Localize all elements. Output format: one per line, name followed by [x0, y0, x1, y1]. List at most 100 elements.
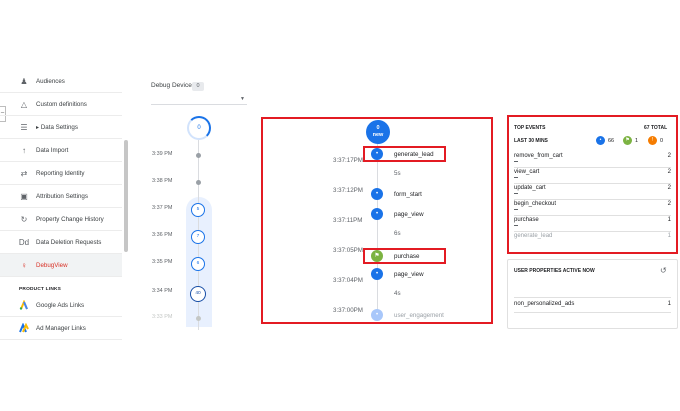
minute-dot[interactable] [196, 180, 201, 185]
top-event-purchase[interactable]: purchase 1 [514, 215, 671, 232]
top-event-name: purchase [514, 217, 539, 223]
minute-time: 3:37 PM [152, 205, 173, 211]
top-event-underline [514, 225, 518, 226]
minute-event-count[interactable]: 6 [191, 257, 205, 271]
top-event-underline [514, 177, 518, 178]
top-event-update-cart[interactable]: update_cart 2 [514, 183, 671, 200]
seconds-stream-line [377, 144, 378, 320]
history-icon[interactable]: ↺ [660, 266, 667, 275]
debug-icon: ♀ [21, 260, 27, 270]
database-icon: ☰ [20, 122, 28, 132]
top-event-count: 1 [667, 217, 671, 223]
nav-item-data-deletion-requests[interactable]: Dd Data Deletion Requests [0, 231, 122, 254]
event-person-icon: • [371, 309, 383, 321]
top-event-count: 1 [667, 233, 671, 239]
top-event-count: 2 [667, 201, 671, 207]
new-events-label: new [372, 132, 384, 138]
attribution-icon: ▣ [20, 191, 28, 201]
event-count-value: 0 [660, 138, 664, 144]
top-event-name: generate_lead [514, 233, 553, 239]
top-event-name: view_cart [514, 169, 540, 175]
nav-item-label: DebugView [36, 261, 68, 269]
new-events-badge[interactable]: 0 new [366, 120, 390, 144]
error-icon: ! [648, 136, 657, 145]
nav-item-label: Audiences [36, 77, 65, 85]
top-event-underline [514, 209, 518, 210]
event-gap: 5s [394, 170, 401, 177]
nav-item-data-import[interactable]: ↑ Data Import [0, 139, 122, 162]
nav-item-label: Custom definitions [36, 100, 87, 108]
nav-link-google-ads-links[interactable]: Google Ads Links [0, 294, 122, 317]
event-page-view[interactable]: page_view [394, 211, 424, 218]
custom-definitions-icon: △ [20, 99, 28, 109]
nav-item-label: Data Import [36, 146, 69, 154]
top-event-underline [514, 161, 518, 162]
event-icon: • [596, 136, 605, 145]
top-event-name: remove_from_cart [514, 153, 563, 159]
top-event-view-cart[interactable]: view_cart 2 [514, 167, 671, 184]
nav-item-attribution-settings[interactable]: ▣ Attribution Settings [0, 185, 122, 208]
minute-time: 3:38 PM [152, 178, 173, 184]
top-event-generate-lead[interactable]: generate_lead 1 [514, 231, 671, 247]
minute-time: 3:39 PM [152, 151, 173, 157]
top-event-count: 2 [667, 169, 671, 175]
event-time: 3:37:00PM [333, 307, 363, 314]
nav-link-label: Google Ads Links [36, 301, 85, 309]
conversion-icon: ⚑ [623, 136, 632, 145]
nav-item-label: Property Change History [36, 215, 104, 223]
event-user-engagement[interactable]: user_engagement [394, 312, 444, 319]
minute-time: 3:35 PM [152, 259, 173, 265]
nav-item-property-change-history[interactable]: ↻ Property Change History [0, 208, 122, 231]
minute-event-count[interactable]: 5 [191, 203, 205, 217]
event-highlight-box [363, 146, 446, 162]
reporting-identity-icon: ⇄ [20, 168, 28, 178]
history-icon: ↻ [20, 214, 28, 224]
user-property-row[interactable]: non_personalized_ads 1 [514, 297, 671, 313]
minute-time: 3:33 PM [152, 314, 173, 320]
top-event-remove-from-cart[interactable]: remove_from_cart 2 [514, 151, 671, 168]
event-gap: 4s [394, 290, 401, 297]
top-event-begin-checkout[interactable]: begin_checkout 2 [514, 199, 671, 216]
nav-item-data-settings[interactable]: ☰ ▸ Data Settings [0, 116, 122, 139]
minute-dot[interactable] [196, 316, 201, 321]
top-events-period: LAST 30 MINS [514, 138, 548, 144]
top-event-name: begin_checkout [514, 201, 557, 207]
seconds-stream-counter: 0 [187, 116, 211, 140]
event-gap: 6s [394, 230, 401, 237]
nav-item-audiences[interactable]: ♟ Audiences [0, 70, 122, 93]
debug-device-count: 0 [192, 82, 204, 91]
nav-scrollbar[interactable] [124, 140, 128, 252]
nav-item-custom-definitions[interactable]: △ Custom definitions [0, 93, 122, 116]
minute-event-count[interactable]: 7 [191, 230, 205, 244]
nav-link-ad-manager-links[interactable]: Ad Manager Links [0, 317, 122, 340]
device-select-underline[interactable] [151, 104, 247, 105]
user-property-count: 1 [667, 301, 671, 307]
nav-item-label: Reporting Identity [36, 169, 85, 177]
new-events-count: 0 [376, 125, 380, 131]
minute-dot[interactable] [196, 153, 201, 158]
event-form-start[interactable]: form_start [394, 191, 422, 198]
minute-time: 3:36 PM [152, 232, 173, 238]
data-deletion-icon: Dd [18, 237, 30, 247]
event-person-icon: • [371, 268, 383, 280]
event-time: 3:37:11PM [333, 217, 363, 224]
event-person-icon: • [371, 208, 383, 220]
minute-time: 3:34 PM [152, 288, 173, 294]
event-time: 3:37:05PM [333, 247, 363, 254]
user-properties-title: USER PROPERTIES ACTIVE NOW [514, 268, 595, 274]
device-dropdown-caret-icon[interactable]: ▼ [240, 96, 245, 102]
product-links-heading: PRODUCT LINKS [19, 287, 62, 292]
minute-event-count[interactable]: 40 [190, 286, 206, 302]
event-page-view[interactable]: page_view [394, 271, 424, 278]
event-time: 3:37:12PM [333, 187, 363, 194]
admin-nav: ♟ Audiences △ Custom definitions ☰ ▸ Data Set… [0, 70, 128, 340]
top-event-underline [514, 193, 518, 194]
event-person-icon: • [371, 188, 383, 200]
nav-item-label: Attribution Settings [36, 192, 88, 200]
event-count-value: 1 [635, 138, 639, 144]
nav-item-reporting-identity[interactable]: ⇄ Reporting Identity [0, 162, 122, 185]
nav-item-debugview[interactable]: ♀ DebugView [0, 254, 122, 277]
nav-item-label: ▸ Data Settings [36, 123, 78, 131]
nav-item-label: Data Deletion Requests [36, 238, 102, 246]
audiences-icon: ♟ [20, 76, 28, 86]
